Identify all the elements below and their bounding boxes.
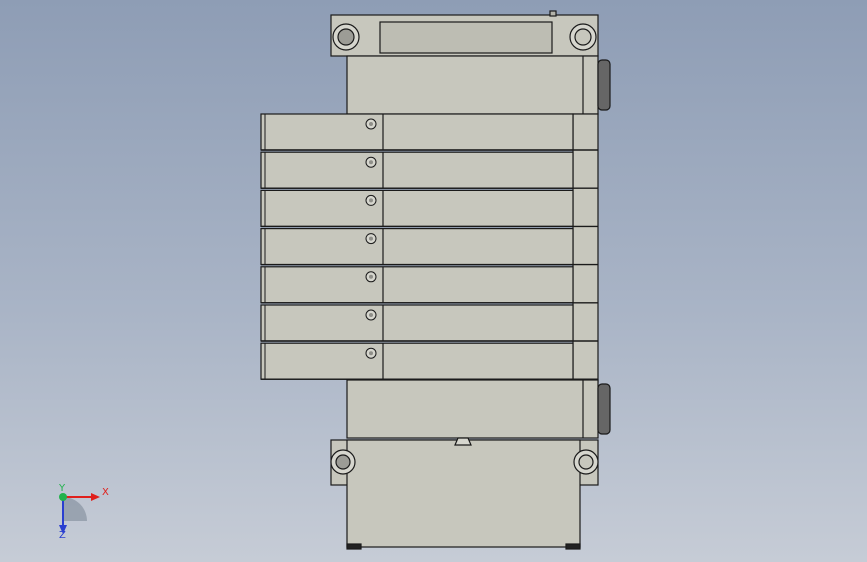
bottom-side-fitting xyxy=(597,383,611,435)
x-axis-label: X xyxy=(102,487,109,498)
bottom-housing-tab xyxy=(454,437,472,446)
x-axis-arrowhead-icon xyxy=(91,493,100,501)
bottom-housing-foot-left xyxy=(346,543,362,550)
y-axis-label: Y xyxy=(59,483,66,494)
bottom-housing xyxy=(346,439,581,548)
valve-station xyxy=(260,113,598,151)
top-manifold-block xyxy=(346,55,599,115)
valve-station xyxy=(260,228,598,266)
valve-stations xyxy=(260,113,598,380)
cad-graphics-viewport[interactable]: X Y Z xyxy=(0,0,867,562)
coordinate-triad xyxy=(59,493,100,534)
top-right-washer-hole-icon xyxy=(574,28,592,46)
valve-station xyxy=(260,151,598,189)
valve-station xyxy=(260,304,598,342)
valve-station xyxy=(260,342,598,380)
top-end-plate-lip xyxy=(549,10,557,17)
bottom-left-bolt-head-icon xyxy=(335,454,351,470)
bottom-housing-foot-right xyxy=(565,543,581,550)
valve-manifold-model[interactable] xyxy=(0,0,867,562)
top-end-plate-window xyxy=(379,21,553,54)
valve-station xyxy=(260,189,598,228)
top-side-fitting xyxy=(597,59,611,111)
y-axis-origin-icon xyxy=(59,493,67,501)
top-left-bolt-head-icon xyxy=(337,28,355,46)
valve-station xyxy=(260,266,598,304)
manifold-base-rail xyxy=(572,113,599,383)
bottom-right-washer-hole-icon xyxy=(578,454,594,470)
z-axis-label: Z xyxy=(59,530,66,541)
bottom-manifold-block xyxy=(346,379,599,439)
